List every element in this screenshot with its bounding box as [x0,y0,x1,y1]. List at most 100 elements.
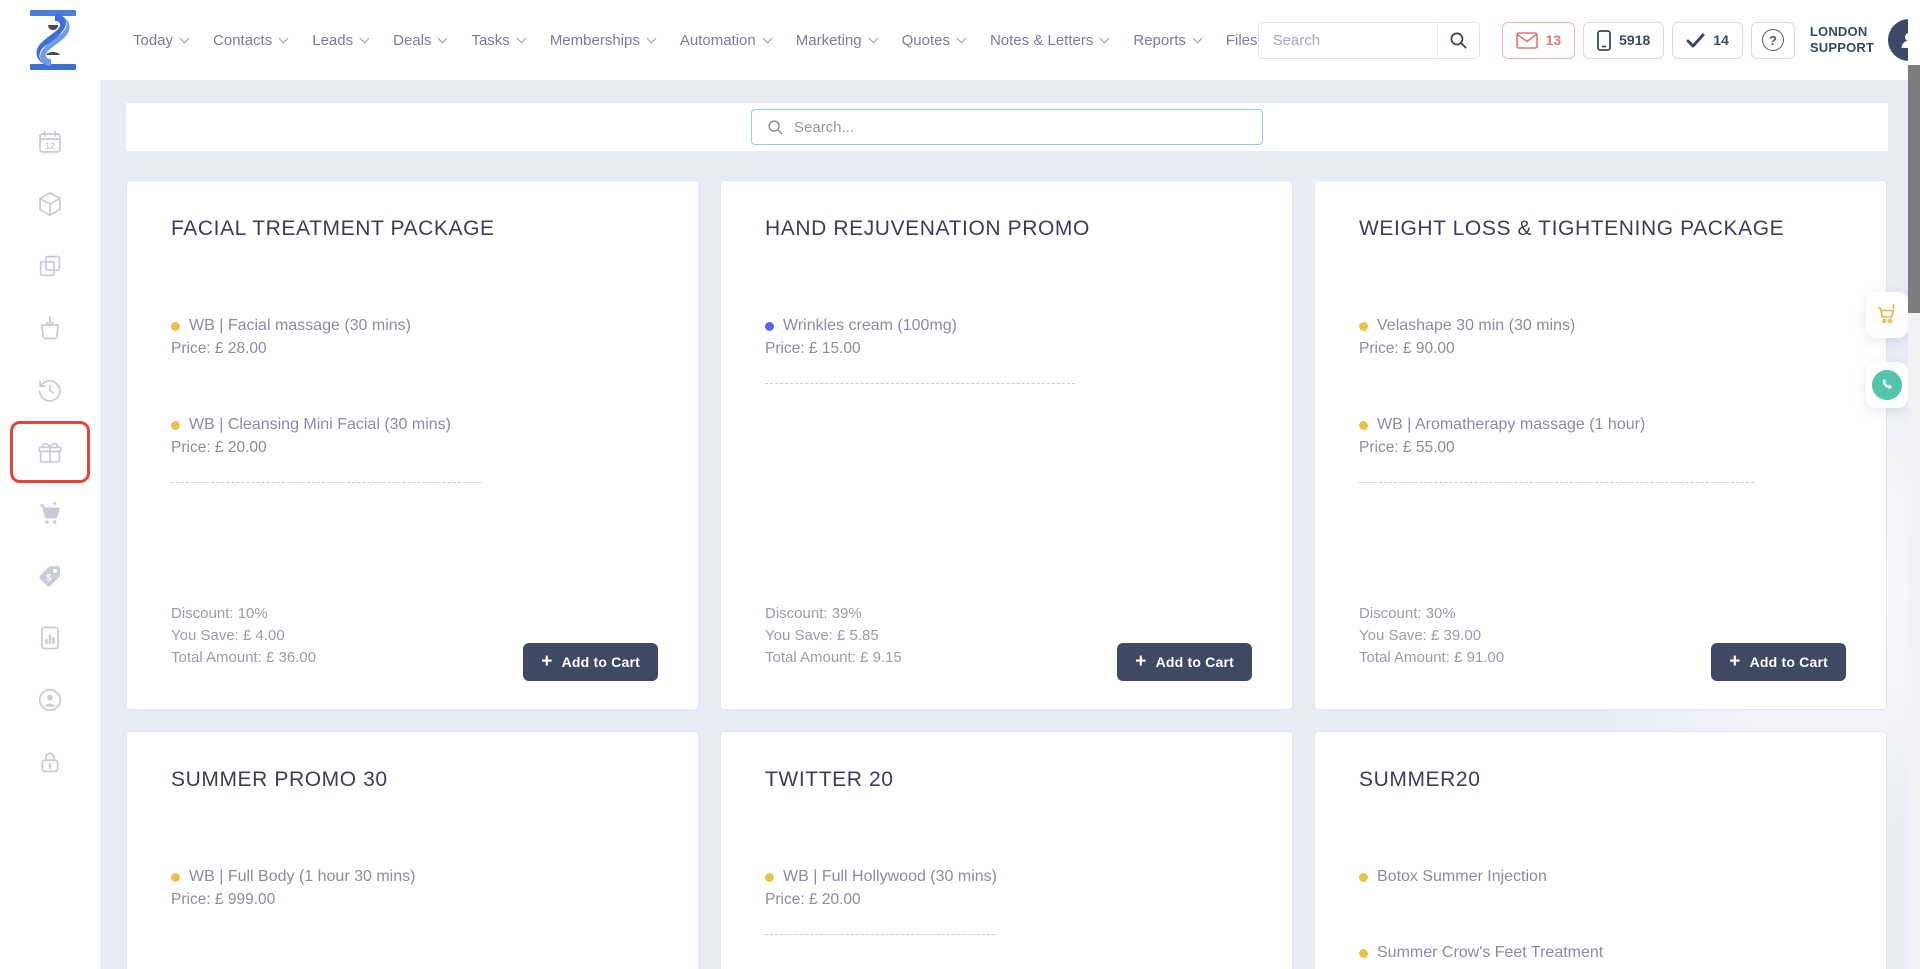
package-search-input[interactable] [794,119,1247,136]
user-name: LONDON SUPPORT [1810,24,1874,56]
add-to-cart-button[interactable]: +Add to Cart [523,643,658,681]
chevron-down-icon [516,33,526,43]
package-title: SUMMER PROMO 30 [171,768,654,792]
package-items: Wrinkles cream (100mg) Price: £ 15.00 [765,317,1248,358]
nav-item-today[interactable]: Today [133,32,188,49]
package-item: Botox Summer Injection [1359,868,1842,886]
nav-item-deals[interactable]: Deals [393,32,446,49]
total-amount-text: Total Amount: £ 36.00 [171,647,316,669]
phone-count: 5918 [1619,32,1650,48]
add-to-cart-button[interactable]: + Add to Cart [1117,643,1252,681]
bag-import-icon[interactable] [36,314,64,342]
total-amount-text: Total Amount: £ 91.00 [1359,647,1504,669]
help-button[interactable]: ? [1751,22,1795,59]
nav-item-notes-letters[interactable]: Notes & Letters [990,32,1108,49]
package-icon[interactable] [36,190,64,218]
package-item: WB | Full Hollywood (30 mins) Price: £ 2… [765,868,1248,909]
nav-item-tasks[interactable]: Tasks [471,32,524,49]
item-name: Botox Summer Injection [1377,868,1547,886]
calendar-icon[interactable]: 12 [36,128,64,156]
product-bullet-icon [765,322,774,331]
item-price: Price: £ 15.00 [765,340,1248,358]
package-title: SUMMER20 [1359,768,1842,792]
item-name: WB | Aromatherapy massage (1 hour) [1377,416,1645,434]
nav-item-quotes[interactable]: Quotes [902,32,965,49]
mail-icon [1516,32,1538,49]
discount-text: Discount: 10% [171,603,316,625]
nav-label: Marketing [796,32,862,49]
service-bullet-icon [171,322,180,331]
nav-item-reports[interactable]: Reports [1133,32,1201,49]
nav-item-leads[interactable]: Leads [312,32,368,49]
package-title: HAND REJUVENATION PROMO [765,217,1248,241]
package-item: Velashape 30 min (30 mins) Price: £ 90.0… [1359,317,1842,358]
history-icon[interactable] [36,376,64,404]
chevron-down-icon [957,33,967,43]
nav-label: Quotes [902,32,950,49]
tasks-badge[interactable]: 14 [1672,22,1743,59]
phone-circle [1872,370,1902,400]
messages-badge[interactable]: 13 [1502,22,1576,59]
plus-icon: + [1135,652,1146,671]
nav-item-memberships[interactable]: Memberships [550,32,655,49]
item-price: Price: £ 28.00 [171,340,654,358]
service-bullet-icon [171,421,180,430]
service-bullet-icon [1359,949,1368,958]
item-name: WB | Full Hollywood (30 mins) [783,868,997,886]
nav-label: Today [133,32,173,49]
phone-badge[interactable]: 5918 [1583,22,1664,59]
price-tag-icon[interactable]: $ [36,562,64,590]
package-item: WB | Aromatherapy massage (1 hour) Price… [1359,416,1842,457]
tasks-count: 14 [1713,32,1729,48]
totals-block: Discount: 10% You Save: £ 4.00 Total Amo… [171,603,316,669]
item-name: WB | Cleansing Mini Facial (30 mins) [189,416,451,434]
user-circle-icon[interactable] [36,686,64,714]
package-title: FACIAL TREATMENT PACKAGE [171,217,654,241]
nav-label: Automation [680,32,756,49]
gift-nav-active[interactable] [10,421,90,483]
nav-item-files[interactable]: Files [1226,32,1258,49]
user-name-line2: SUPPORT [1810,40,1874,56]
report-icon[interactable] [36,624,64,652]
svg-text:$: $ [46,573,52,583]
floating-phone-button[interactable] [1866,362,1908,408]
floating-cart-button[interactable] [1866,292,1908,338]
lock-icon[interactable] [36,748,64,776]
chevron-down-icon [360,33,370,43]
add-to-cart-button[interactable]: +Add to Cart [1711,643,1846,681]
package-search [751,109,1263,145]
global-search-input[interactable] [1259,23,1437,58]
chevron-down-icon [279,33,289,43]
item-name: WB | Full Body (1 hour 30 mins) [189,868,415,886]
you-save-text: You Save: £ 4.00 [171,625,316,647]
service-bullet-icon [171,873,180,882]
nav-item-marketing[interactable]: Marketing [796,32,877,49]
total-amount-text: Total Amount: £ 9.15 [765,647,902,669]
item-price: Price: £ 55.00 [1359,439,1842,457]
service-bullet-icon [1359,873,1368,882]
nav-label: Leads [312,32,353,49]
card-footer: Discount: 30% You Save: £ 39.00 Total Am… [1359,603,1846,681]
package-title: TWITTER 20 [765,768,1248,792]
package-items: Botox Summer Injection Summer Crow's Fee… [1359,868,1842,962]
nav-item-automation[interactable]: Automation [680,32,771,49]
dashed-divider [765,934,995,935]
item-name: Wrinkles cream (100mg) [783,317,957,335]
global-search-button[interactable] [1437,23,1479,58]
question-icon: ? [1762,29,1784,51]
global-search [1258,22,1480,59]
app-logo-icon[interactable] [28,9,78,71]
cart-icon[interactable] [36,500,64,528]
main-content: FACIAL TREATMENT PACKAGE WB | Facial mas… [100,80,1920,969]
card-footer: Discount: 10% You Save: £ 4.00 Total Amo… [171,603,658,681]
scrollbar-thumb[interactable] [1908,65,1920,313]
item-price: Price: £ 999.00 [171,891,654,909]
package-title: WEIGHT LOSS & TIGHTENING PACKAGE [1359,217,1842,241]
cart-icon [1875,303,1899,327]
package-items: Velashape 30 min (30 mins) Price: £ 90.0… [1359,317,1842,457]
copy-icon[interactable] [36,252,64,280]
header-right-cluster: 13 5918 14 ? LONDON SUPPORT [1258,19,1920,61]
nav-item-contacts[interactable]: Contacts [213,32,287,49]
add-to-cart-label: Add to Cart [1156,654,1234,670]
chevron-down-icon [1100,33,1110,43]
